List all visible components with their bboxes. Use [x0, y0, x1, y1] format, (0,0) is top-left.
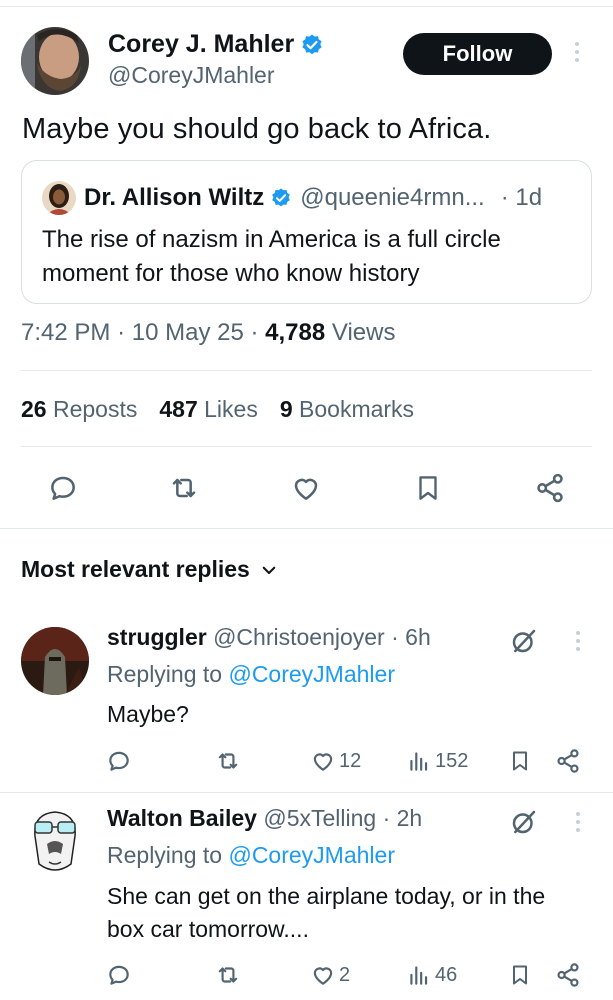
like-button[interactable]: 12	[310, 748, 361, 774]
grok-icon[interactable]	[509, 807, 539, 837]
verified-badge-icon	[300, 33, 324, 57]
author-handle[interactable]: @CoreyJMahler	[108, 62, 275, 89]
replying-to-label: Replying to	[107, 842, 223, 868]
quote-author-handle[interactable]: @queenie4rmn...	[300, 184, 484, 212]
reply-avatar[interactable]	[21, 627, 89, 695]
reposts-stat[interactable]: 26 Reposts	[21, 396, 137, 423]
tweet-date: 10 May 25	[131, 319, 244, 346]
replying-to-handle[interactable]: @CoreyJMahler	[228, 661, 395, 687]
views-count: 4,788	[265, 319, 326, 346]
divider	[21, 370, 592, 371]
quote-author-name[interactable]: Dr. Allison Wiltz	[84, 184, 264, 212]
quote-avatar[interactable]	[42, 181, 76, 215]
views-label: Views	[331, 319, 396, 346]
views-icon	[406, 748, 432, 774]
reply-author-handle[interactable]: @5xTelling	[263, 805, 376, 831]
reply-timestamp: · 6h	[391, 624, 431, 650]
reply-text: She can get on the airplane today, or in…	[107, 883, 546, 942]
bookmark-icon[interactable]	[410, 468, 446, 508]
verified-badge-icon	[270, 187, 292, 209]
replying-to-handle[interactable]: @CoreyJMahler	[228, 842, 395, 868]
like-count: 12	[339, 749, 362, 772]
replying-to: Replying to @CoreyJMahler	[107, 842, 395, 869]
replying-to-label: Replying to	[107, 661, 223, 687]
views-count: 152	[435, 749, 469, 772]
chevron-down-icon	[260, 561, 278, 579]
author-name-row[interactable]: Corey J. Mahler	[108, 30, 324, 59]
replies-sort-label: Most relevant replies	[21, 556, 250, 582]
repost-icon[interactable]	[214, 748, 242, 774]
likes-label: Likes	[204, 396, 258, 422]
replies-sort-dropdown[interactable]: Most relevant replies	[21, 556, 278, 583]
more-icon[interactable]	[576, 812, 580, 832]
follow-button[interactable]: Follow	[403, 33, 552, 75]
like-count: 2	[339, 963, 351, 986]
repost-icon[interactable]	[214, 962, 242, 988]
top-divider	[0, 6, 613, 7]
quote-text: The rise of nazism in America is a full …	[42, 226, 501, 287]
views-button[interactable]: 46	[406, 962, 457, 988]
repost-icon[interactable]	[166, 468, 202, 508]
likes-count: 487	[159, 396, 198, 422]
share-icon[interactable]	[532, 468, 568, 508]
tweet-time: 7:42 PM	[21, 319, 111, 346]
author-avatar[interactable]	[21, 27, 89, 95]
divider	[0, 528, 613, 529]
bookmarks-stat[interactable]: 9 Bookmarks	[280, 396, 414, 423]
bookmarks-count: 9	[279, 396, 293, 422]
reply-author-name[interactable]: Walton Bailey	[107, 805, 257, 831]
like-button[interactable]: 2	[310, 962, 350, 988]
views-icon	[406, 962, 432, 988]
more-icon[interactable]	[576, 631, 580, 651]
grok-icon[interactable]	[509, 626, 539, 656]
bookmarks-label: Bookmarks	[299, 396, 415, 422]
bookmark-icon[interactable]	[508, 747, 532, 775]
reposts-label: Reposts	[52, 396, 138, 422]
like-icon[interactable]	[288, 468, 324, 508]
likes-stat[interactable]: 487 Likes	[159, 396, 257, 423]
reply-timestamp: · 2h	[382, 805, 423, 831]
like-icon	[310, 962, 336, 988]
tweet-text: Maybe you should go back to Africa.	[22, 113, 492, 145]
divider	[0, 792, 613, 793]
share-icon[interactable]	[554, 961, 582, 989]
views-button[interactable]: 152	[406, 748, 468, 774]
bookmark-icon[interactable]	[508, 961, 532, 989]
author-name[interactable]: Corey J. Mahler	[108, 30, 294, 59]
meta-separator: ·	[250, 319, 259, 346]
quoted-tweet[interactable]: Dr. Allison Wiltz @queenie4rmn... · 1d T…	[21, 160, 592, 304]
reply-header: struggler @Christoenjoyer · 6h	[107, 624, 431, 651]
reply-icon[interactable]	[106, 962, 132, 988]
replying-to: Replying to @CoreyJMahler	[107, 661, 395, 688]
more-icon[interactable]	[575, 42, 579, 62]
reply-icon[interactable]	[45, 468, 81, 508]
reply-text: Maybe?	[107, 701, 189, 727]
reply-icon[interactable]	[106, 748, 132, 774]
tweet-action-bar	[0, 468, 613, 508]
reply-author-handle[interactable]: @Christoenjoyer	[213, 624, 385, 650]
views-count: 46	[435, 963, 458, 986]
tweet-meta: 7:42 PM · 10 May 25 · 4,788 Views	[21, 319, 395, 347]
reply-avatar[interactable]	[21, 806, 89, 874]
divider	[21, 446, 592, 447]
reposts-count: 26	[21, 396, 47, 422]
share-icon[interactable]	[554, 747, 582, 775]
like-icon	[310, 748, 336, 774]
reply-author-name[interactable]: struggler	[107, 624, 207, 650]
quote-timestamp: · 1d	[500, 184, 543, 211]
tweet-stats: 26 Reposts 487 Likes 9 Bookmarks	[21, 396, 414, 423]
reply-header: Walton Bailey @5xTelling · 2h	[107, 805, 422, 832]
meta-separator: ·	[117, 319, 126, 346]
